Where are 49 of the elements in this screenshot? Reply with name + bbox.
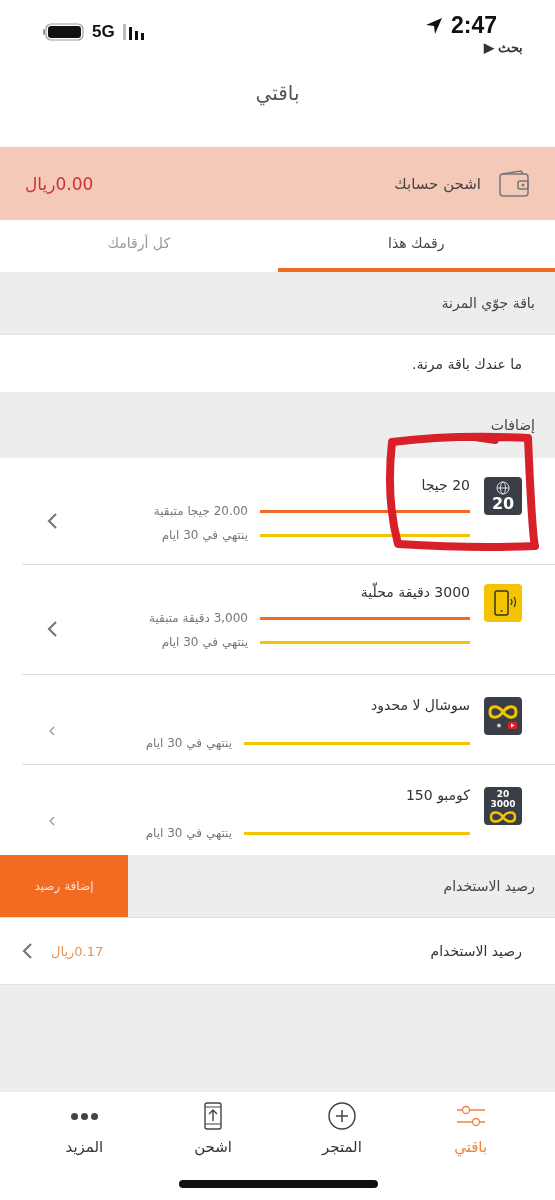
chevron-icon xyxy=(48,815,56,827)
nav-label: اشحن xyxy=(194,1138,233,1156)
usage-label: ينتهي في 30 ايام xyxy=(144,736,232,750)
nav-tab[interactable]: المتجر xyxy=(277,1092,407,1200)
addon-title: سوشال لا محدود xyxy=(370,697,470,713)
chevron-icon xyxy=(22,942,33,960)
section-heading: إضافات xyxy=(490,417,535,433)
nav-label: المزيد xyxy=(65,1138,104,1156)
badge-number: 20 xyxy=(491,494,515,512)
globe-icon xyxy=(496,480,510,495)
badge-number: 3000 xyxy=(490,798,516,809)
addon-title: كومبو 150 xyxy=(404,787,470,803)
wallet-icon xyxy=(499,169,530,198)
chevron-icon xyxy=(46,620,58,638)
empty-message: ما عندك باقة مرنة. xyxy=(411,355,522,372)
section-heading: رصيد الاستخدام xyxy=(443,878,535,894)
nav-label: باقتي xyxy=(454,1138,488,1156)
usage-label: ينتهي في 30 ايام xyxy=(160,528,248,542)
addon-item[interactable]: 3000 دقيقة محلّية 3,000 دقيقة متبقية ينتهي في 30 ايام xyxy=(22,565,555,675)
usage-balance-amount: 0.17ريال xyxy=(51,943,104,959)
signal-icon xyxy=(122,24,144,40)
phone-signal-icon xyxy=(484,584,522,622)
nav-label: المتجر xyxy=(321,1138,362,1156)
usage-label: ينتهي في 30 ايام xyxy=(160,635,248,649)
usage-label: ينتهي في 30 ايام xyxy=(144,826,232,840)
clock-time: 2:47 xyxy=(450,12,497,39)
more-icon xyxy=(70,1112,98,1120)
chevron-icon xyxy=(48,724,56,737)
infinity-icon xyxy=(487,808,519,825)
usage-label: 20.00 جيجا متبقية xyxy=(152,504,248,518)
network-label: 5G xyxy=(92,22,115,42)
nav-tab[interactable]: المزيد xyxy=(20,1092,149,1200)
nav-tab[interactable]: اشحن xyxy=(148,1092,278,1200)
addon-title: 20 جيجا xyxy=(420,477,470,493)
balance-amount: 0.00ريال xyxy=(25,173,94,194)
chevron-icon xyxy=(46,511,58,530)
addon-title: 3000 دقيقة محلّية xyxy=(359,584,470,600)
infinity-icon xyxy=(484,697,522,735)
location-icon xyxy=(424,16,443,35)
usage-label: 3,000 دقيقة متبقية xyxy=(148,611,248,625)
addon-item[interactable]: سوشال لا محدود ينتهي في 30 ايام xyxy=(22,675,555,765)
battery-icon xyxy=(43,23,84,41)
usage-balance-label: رصيد الاستخدام xyxy=(429,943,522,959)
back-link[interactable]: ▶ بحث xyxy=(484,40,523,55)
section-heading: باقة جوّي المرنة xyxy=(441,295,535,311)
plus-circle-icon xyxy=(326,1102,357,1130)
recharge-label[interactable]: اشحن حسابك xyxy=(93,174,481,193)
page-title: باقتي xyxy=(255,81,300,105)
badge-number: 20 xyxy=(496,788,510,799)
